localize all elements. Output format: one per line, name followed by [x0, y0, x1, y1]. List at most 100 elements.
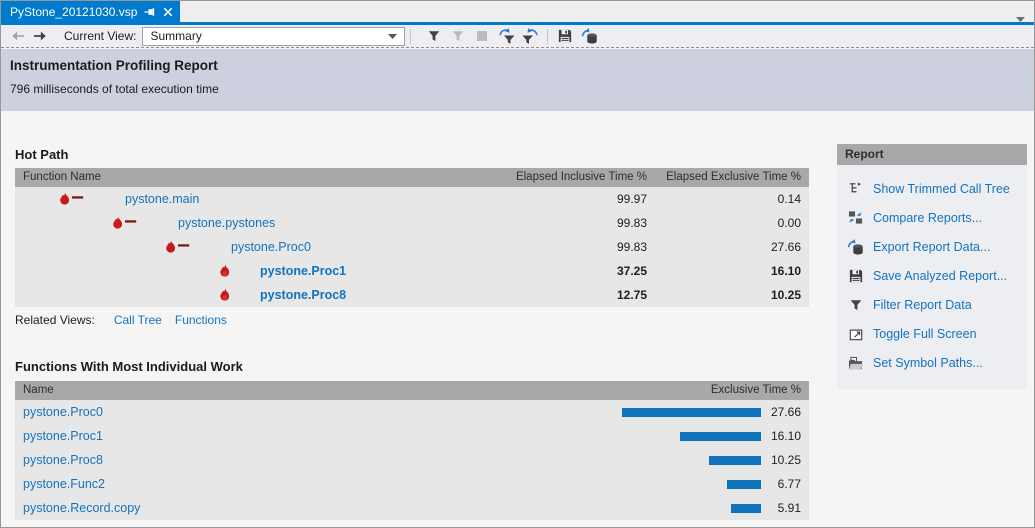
report-action-set-symbol-paths[interactable]: Set Symbol Paths... [837, 348, 1027, 377]
related-views-label: Related Views: [15, 313, 95, 327]
individual-work-table-header: Name Exclusive Time % [15, 381, 809, 400]
hot-path-row: pystone.Proc0 99.8327.66 [15, 235, 809, 259]
function-name-link[interactable]: pystone.Proc8 [260, 288, 346, 302]
exclusive-time-bar [615, 472, 761, 496]
hot-path-table-body: pystone.main 99.970.14 pystone.pystones 99.… [15, 187, 809, 307]
exclusive-time-value: 10.25 [761, 453, 809, 467]
inclusive-time-value: 99.83 [436, 240, 661, 254]
related-view-link-functions[interactable]: Functions [175, 313, 227, 327]
document-tab[interactable]: PyStone_20121030.vsp [1, 1, 180, 22]
reapply-filter-icon [522, 28, 539, 44]
report-action-toggle-full-screen[interactable]: Toggle Full Screen [837, 319, 1027, 348]
page-title: Instrumentation Profiling Report [10, 58, 1034, 73]
report-action-filter-report-data[interactable]: Filter Report Data [837, 290, 1027, 319]
toolbar-icons [422, 26, 601, 47]
function-name-link[interactable]: pystone.Proc0 [23, 405, 103, 419]
filter-icon [427, 29, 441, 43]
exclusive-time-value: 27.66 [761, 405, 809, 419]
related-view-link-call-tree[interactable]: Call Tree [114, 313, 162, 327]
exclusive-time-bar [615, 424, 761, 448]
forward-arrow-icon[interactable] [32, 30, 48, 42]
function-name-link[interactable]: pystone.pystones [178, 216, 275, 230]
filter-button[interactable] [422, 26, 446, 47]
inclusive-time-value: 99.83 [436, 216, 661, 230]
report-action-save-analyzed-report[interactable]: Save Analyzed Report... [837, 261, 1027, 290]
function-name-link[interactable]: pystone.Proc1 [23, 429, 103, 443]
related-views: Related Views: Call Tree Functions [15, 313, 240, 327]
tab-title: PyStone_20121030.vsp [10, 5, 137, 19]
hot-path-row: pystone.pystones 99.830.00 [15, 211, 809, 235]
report-panel-title: Report [837, 144, 1027, 165]
profiler-window: PyStone_20121030.vsp Current View: Summa… [0, 0, 1035, 528]
individual-work-table: Name Exclusive Time % pystone.Proc0 27.66… [15, 381, 809, 520]
exclusive-time-value: 27.66 [661, 240, 809, 254]
filter-icon [847, 298, 864, 312]
function-name-link[interactable]: pystone.Proc8 [23, 453, 103, 467]
work-row: pystone.Proc1 16.10 [15, 424, 809, 448]
function-name-link[interactable]: pystone.Proc0 [231, 240, 311, 254]
pin-icon[interactable] [144, 6, 156, 18]
exclusive-time-bar [615, 448, 761, 472]
call-tree-icon [847, 181, 864, 196]
apply-filter-icon [498, 28, 515, 44]
exclusive-time-value: 16.10 [761, 429, 809, 443]
flame-icon [217, 288, 234, 303]
column-exclusive-time: Exclusive Time % [615, 381, 809, 400]
export-report-data-button[interactable] [577, 26, 601, 47]
report-panel: Report Show Trimmed Call TreeCompare Rep… [837, 144, 1027, 389]
report-action-export-report-data[interactable]: Export Report Data... [837, 232, 1027, 261]
fw-table-body: pystone.Proc027.66pystone.Proc116.10pyst… [15, 400, 809, 520]
column-inclusive-time: Elapsed Inclusive Time % [436, 168, 661, 187]
flame-path-icon [58, 192, 85, 207]
inclusive-time-value: 12.75 [436, 288, 661, 302]
hot-path-title: Hot Path [15, 147, 68, 162]
hot-path-row: pystone.Proc1 37.2516.10 [15, 259, 809, 283]
exclusive-time-value: 5.91 [761, 501, 809, 515]
view-selector-value: Summary [150, 29, 201, 43]
view-selector[interactable]: Summary [142, 27, 405, 46]
report-action-compare-reports[interactable]: Compare Reports... [837, 203, 1027, 232]
export-icon [581, 28, 598, 44]
exclusive-time-bar [615, 400, 761, 424]
exclusive-time-value: 6.77 [761, 477, 809, 491]
hot-path-table-header: Function Name Elapsed Inclusive Time % E… [15, 168, 809, 187]
related-views-links: Call Tree Functions [114, 313, 240, 327]
hot-path-row: pystone.Proc8 12.7510.25 [15, 283, 809, 307]
compare-icon [847, 210, 864, 225]
inclusive-time-value: 99.97 [436, 192, 661, 206]
exclusive-time-value: 10.25 [661, 288, 809, 302]
chevron-down-icon [388, 34, 397, 39]
work-row: pystone.Proc0 27.66 [15, 400, 809, 424]
stop-profiling-button [470, 26, 494, 47]
save-icon [558, 29, 572, 43]
export-icon [847, 239, 864, 255]
column-function-name: Function Name [15, 168, 436, 187]
column-name: Name [15, 381, 615, 400]
function-name-link[interactable]: pystone.main [125, 192, 199, 206]
toolbar: Current View: Summary [1, 25, 1034, 48]
current-view-label: Current View: [64, 29, 136, 43]
exclusive-time-value: 0.14 [661, 192, 809, 206]
function-name-link[interactable]: pystone.Proc1 [260, 264, 346, 278]
hot-path-row: pystone.main 99.970.14 [15, 187, 809, 211]
function-name-link[interactable]: pystone.Record.copy [23, 501, 140, 515]
report-header: Instrumentation Profiling Report 796 mil… [1, 49, 1034, 111]
work-row: pystone.Func2 6.77 [15, 472, 809, 496]
exclusive-time-value: 0.00 [661, 216, 809, 230]
reapply-filter-button[interactable] [518, 26, 542, 47]
report-action-show-trimmed-call-tree[interactable]: Show Trimmed Call Tree [837, 174, 1027, 203]
back-arrow-icon[interactable] [10, 30, 26, 42]
individual-work-title: Functions With Most Individual Work [15, 359, 243, 374]
inclusive-time-value: 37.25 [436, 264, 661, 278]
tab-bar: PyStone_20121030.vsp [1, 1, 1034, 22]
fullscreen-icon [847, 327, 864, 341]
exclusive-time-value: 16.10 [661, 264, 809, 278]
flame-icon [217, 264, 234, 279]
close-icon[interactable] [163, 7, 173, 17]
report-panel-items: Show Trimmed Call TreeCompare Reports...… [837, 165, 1027, 389]
function-name-link[interactable]: pystone.Func2 [23, 477, 105, 491]
flame-path-icon [164, 240, 191, 255]
toolbar-separator [547, 29, 548, 44]
apply-filter-button[interactable] [494, 26, 518, 47]
save-analyzed-report-button[interactable] [553, 26, 577, 47]
